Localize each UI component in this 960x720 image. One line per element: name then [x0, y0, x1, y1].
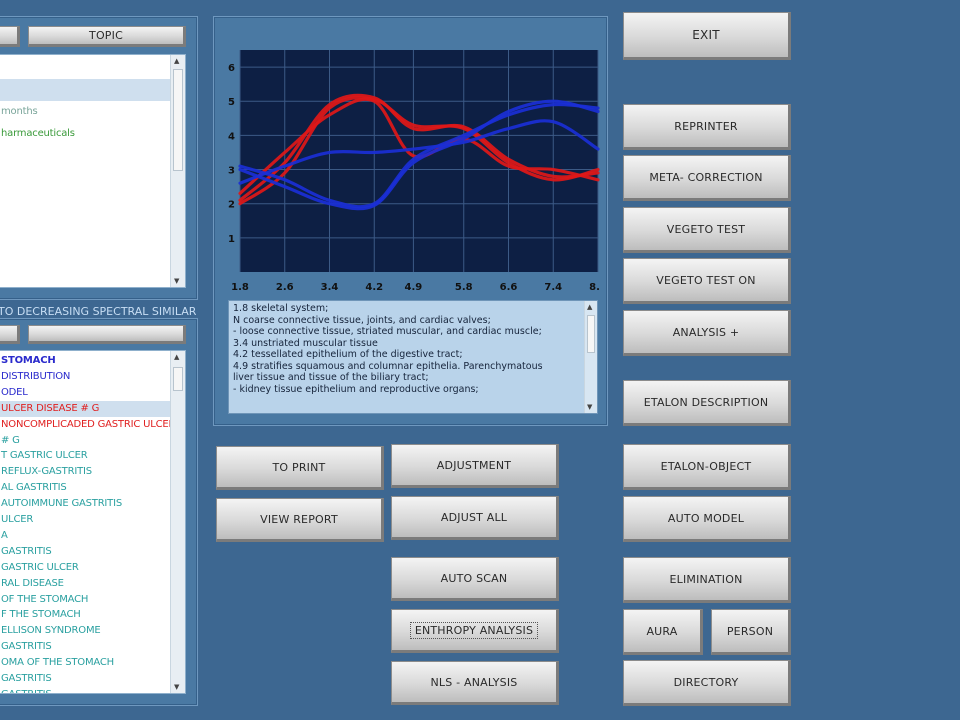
description-line: 4.9 stratifies squamous and columnar epi… — [233, 360, 543, 372]
list-item[interactable]: GASTRIC ULCER — [0, 560, 173, 576]
aura-button[interactable]: AURA — [623, 609, 703, 655]
description-line: 3.4 unstriated muscular tissue — [233, 337, 378, 349]
scrollbar-thumb[interactable] — [587, 315, 595, 353]
list-item[interactable]: T GASTRIC ULCER — [0, 448, 173, 464]
list-item[interactable]: F THE STOMACH — [0, 607, 173, 623]
auto-scan-button[interactable]: AUTO SCAN — [391, 557, 559, 601]
scroll-down-icon[interactable]: ▼ — [174, 277, 179, 285]
list-item[interactable]: NONCOMPLICADED GASTRIC ULCER — [0, 417, 175, 433]
description-line: 4.2 tessellated epithelium of the digest… — [233, 349, 463, 360]
scrollbar-thumb[interactable] — [173, 367, 183, 391]
entropy-analysis-button[interactable]: ENTHROPY ANALYSIS — [391, 609, 559, 653]
list-item[interactable]: GASTRITIS — [0, 544, 173, 560]
scroll-up-icon[interactable]: ▲ — [174, 353, 179, 361]
y-tick-label: 1 — [228, 234, 235, 245]
scroll-down-icon[interactable]: ▼ — [174, 683, 179, 691]
x-tick-label: 2.6 — [276, 282, 294, 293]
scrollbar-thumb[interactable] — [173, 69, 183, 171]
exit-button[interactable]: EXIT — [623, 12, 791, 60]
etalon-description-button[interactable]: ETALON DESCRIPTION — [623, 380, 791, 426]
reprinter-button[interactable]: REPRINTER — [623, 104, 791, 150]
description-line: - loose connective tissue, striated musc… — [233, 326, 542, 337]
x-tick-label: 4.9 — [405, 282, 423, 293]
scroll-down-icon[interactable]: ▼ — [587, 403, 592, 411]
list-item[interactable] — [0, 79, 173, 101]
description-line: - kidney tissue epithelium and reproduct… — [233, 383, 479, 395]
directory-button[interactable]: DIRECTORY — [623, 660, 791, 706]
meta-correction-button[interactable]: META- CORRECTION — [623, 155, 791, 201]
y-tick-label: 6 — [228, 63, 235, 74]
etalon-object-button[interactable]: ETALON-OBJECT — [623, 444, 791, 490]
x-tick-label: 8.2 — [589, 282, 600, 293]
list-item[interactable]: OF THE STOMACH — [0, 592, 173, 608]
y-tick-label: 3 — [228, 166, 235, 177]
x-tick-label: 4.2 — [365, 282, 383, 293]
x-tick-label: 1.8 — [231, 282, 249, 293]
list-item[interactable]: STOMACH — [0, 353, 173, 369]
x-tick-label: 3.4 — [321, 282, 339, 293]
scroll-up-icon[interactable]: ▲ — [174, 57, 179, 65]
disabled-button[interactable] — [28, 325, 186, 344]
description-line: N coarse connective tissue, joints, and … — [233, 314, 491, 326]
view-report-button[interactable]: VIEW REPORT — [216, 498, 384, 542]
description-box: 1.8 skeletal system; N coarse connective … — [228, 300, 598, 414]
description-line: 1.8 skeletal system; — [233, 303, 329, 314]
description-line: liver tissue and tissue of the biliary t… — [233, 372, 429, 383]
elimination-button[interactable]: ELIMINATION — [623, 557, 791, 603]
list-item[interactable]: ELLISON SYNDROME — [0, 623, 173, 639]
list-item[interactable]: ULCER — [0, 512, 173, 528]
topic-list-scrollbar[interactable]: ▲ ▼ — [170, 55, 185, 287]
list-item[interactable]: GASTRITIS — [0, 671, 173, 687]
analysis-plus-button[interactable]: ANALYSIS + — [623, 310, 791, 356]
nls-analysis-button[interactable]: NLS - ANALYSIS — [391, 661, 559, 705]
x-tick-label: 5.8 — [455, 282, 473, 293]
diagnosis-list[interactable]: STOMACH DISTRIBUTION ODEL ULCER DISEASE # G… — [0, 350, 186, 694]
y-tick-label: 4 — [228, 131, 235, 142]
to-print-button[interactable]: TO PRINT — [216, 446, 384, 490]
list-item[interactable]: ULCER DISEASE # G — [0, 400, 173, 417]
list-item[interactable]: ODEL — [0, 385, 173, 401]
list-item[interactable]: months — [0, 101, 173, 123]
left-nav-button[interactable] — [0, 26, 20, 47]
topic-list[interactable]: months harmaceuticals ▲ ▼ — [0, 54, 186, 288]
person-button[interactable]: PERSON — [711, 609, 791, 655]
vegeto-test-button[interactable]: VEGETO TEST — [623, 207, 791, 253]
scroll-up-icon[interactable]: ▲ — [587, 303, 592, 311]
list-item[interactable]: GASTRITIS — [0, 639, 173, 655]
adjust-all-button[interactable]: ADJUST ALL — [391, 496, 559, 540]
sort-order-label: TO DECREASING SPECTRAL SIMILAR — [0, 305, 197, 318]
list-item[interactable]: AL GASTRITIS — [0, 480, 173, 496]
list-item[interactable]: REFLUX-GASTRITIS — [0, 464, 173, 480]
vegeto-test-on-button[interactable]: VEGETO TEST ON — [623, 258, 791, 304]
x-tick-label: 6.6 — [500, 282, 518, 293]
description-scrollbar[interactable]: ▲ ▼ — [584, 301, 597, 413]
list-item[interactable]: # G — [0, 433, 173, 449]
list-item[interactable]: OMA OF THE STOMACH — [0, 655, 173, 671]
entropy-analysis-label: ENTHROPY ANALYSIS — [409, 621, 539, 639]
left-nav-button-2[interactable] — [0, 325, 20, 344]
list-item[interactable]: harmaceuticals — [0, 123, 173, 145]
y-tick-label: 5 — [228, 97, 235, 108]
adjustment-button[interactable]: ADJUSTMENT — [391, 444, 559, 488]
list-item[interactable]: RAL DISEASE — [0, 576, 173, 592]
list-item[interactable]: A — [0, 528, 173, 544]
spectral-chart: 1 2 3 4 5 6 1.8 2.6 3.4 4.2 4.9 5.8 6.6 7.4 8.2 — [228, 50, 600, 293]
diagnosis-list-scrollbar[interactable]: ▲ ▼ — [170, 351, 185, 693]
list-item[interactable]: DISTRIBUTION — [0, 369, 173, 385]
list-item[interactable]: AUTOIMMUNE GASTRITIS — [0, 496, 173, 512]
x-tick-label: 7.4 — [544, 282, 562, 293]
list-item[interactable]: GASTRITIS — [0, 687, 173, 693]
topic-button[interactable]: TOPIC — [28, 26, 186, 47]
auto-model-button[interactable]: AUTO MODEL — [623, 496, 791, 542]
y-tick-label: 2 — [228, 200, 235, 211]
